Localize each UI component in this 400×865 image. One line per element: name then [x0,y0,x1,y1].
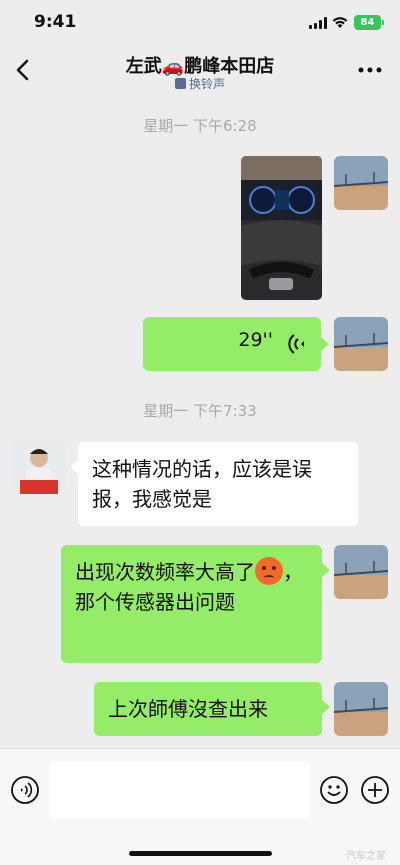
photo-message[interactable] [241,156,322,300]
my-avatar[interactable] [334,317,388,371]
contact-person-avatar-image [12,440,66,494]
sweating-emoji-icon [255,557,283,585]
chat-header: 左武🚗鹏峰本田店 换铃声 [0,44,400,96]
bridge-sunset-avatar-image [334,545,388,599]
my-avatar[interactable] [334,682,388,736]
ringtone-label: 换铃声 [188,77,225,91]
message-timestamp: 星期一 下午7:33 [143,402,257,420]
ringtone-subtitle[interactable]: 换铃声 [0,75,400,92]
message-timestamp: 星期一 下午6:28 [143,117,257,135]
plus-button[interactable] [360,775,390,805]
wifi-icon [332,17,348,28]
incoming-message-bubble[interactable]: 这种情况的话，应该是误报，我感觉是 [70,442,358,526]
battery-indicator: 84 [354,15,384,30]
more-options-button[interactable] [358,66,382,74]
message-input[interactable] [49,761,310,819]
voice-message-bubble[interactable]: 29'' [143,317,329,371]
voice-duration: 29'' [238,329,273,351]
bridge-sunset-avatar-image [334,156,388,210]
message-text: 这种情况的话，应该是误报，我感觉是 [92,457,312,511]
voice-input-button[interactable] [10,775,40,805]
bridge-sunset-avatar-image [334,682,388,736]
outgoing-message-bubble[interactable]: 上次師傅沒查出来 [94,682,330,736]
watermark: 汽车之家 [346,851,386,862]
music-note-icon [174,78,186,89]
voice-wave-icon [288,334,304,354]
outgoing-message-bubble[interactable]: 出现次数频率大高了 ，那个传感器出问题 [61,545,330,663]
my-avatar[interactable] [334,156,388,210]
message-text: 上次師傅沒查出来 [108,697,268,721]
my-avatar[interactable] [334,545,388,599]
message-text-part: 出现次数频率大高了 [75,560,255,584]
bridge-sunset-avatar-image [334,317,388,371]
status-bar: 9:41 84 [0,0,400,44]
dashboard-photo-image [241,156,322,300]
emoji-button[interactable] [319,775,349,805]
home-indicator [129,851,272,856]
cellular-signal-icon [309,17,327,29]
contact-avatar[interactable] [12,440,66,494]
status-time: 9:41 [34,12,77,32]
input-bar [0,748,400,865]
